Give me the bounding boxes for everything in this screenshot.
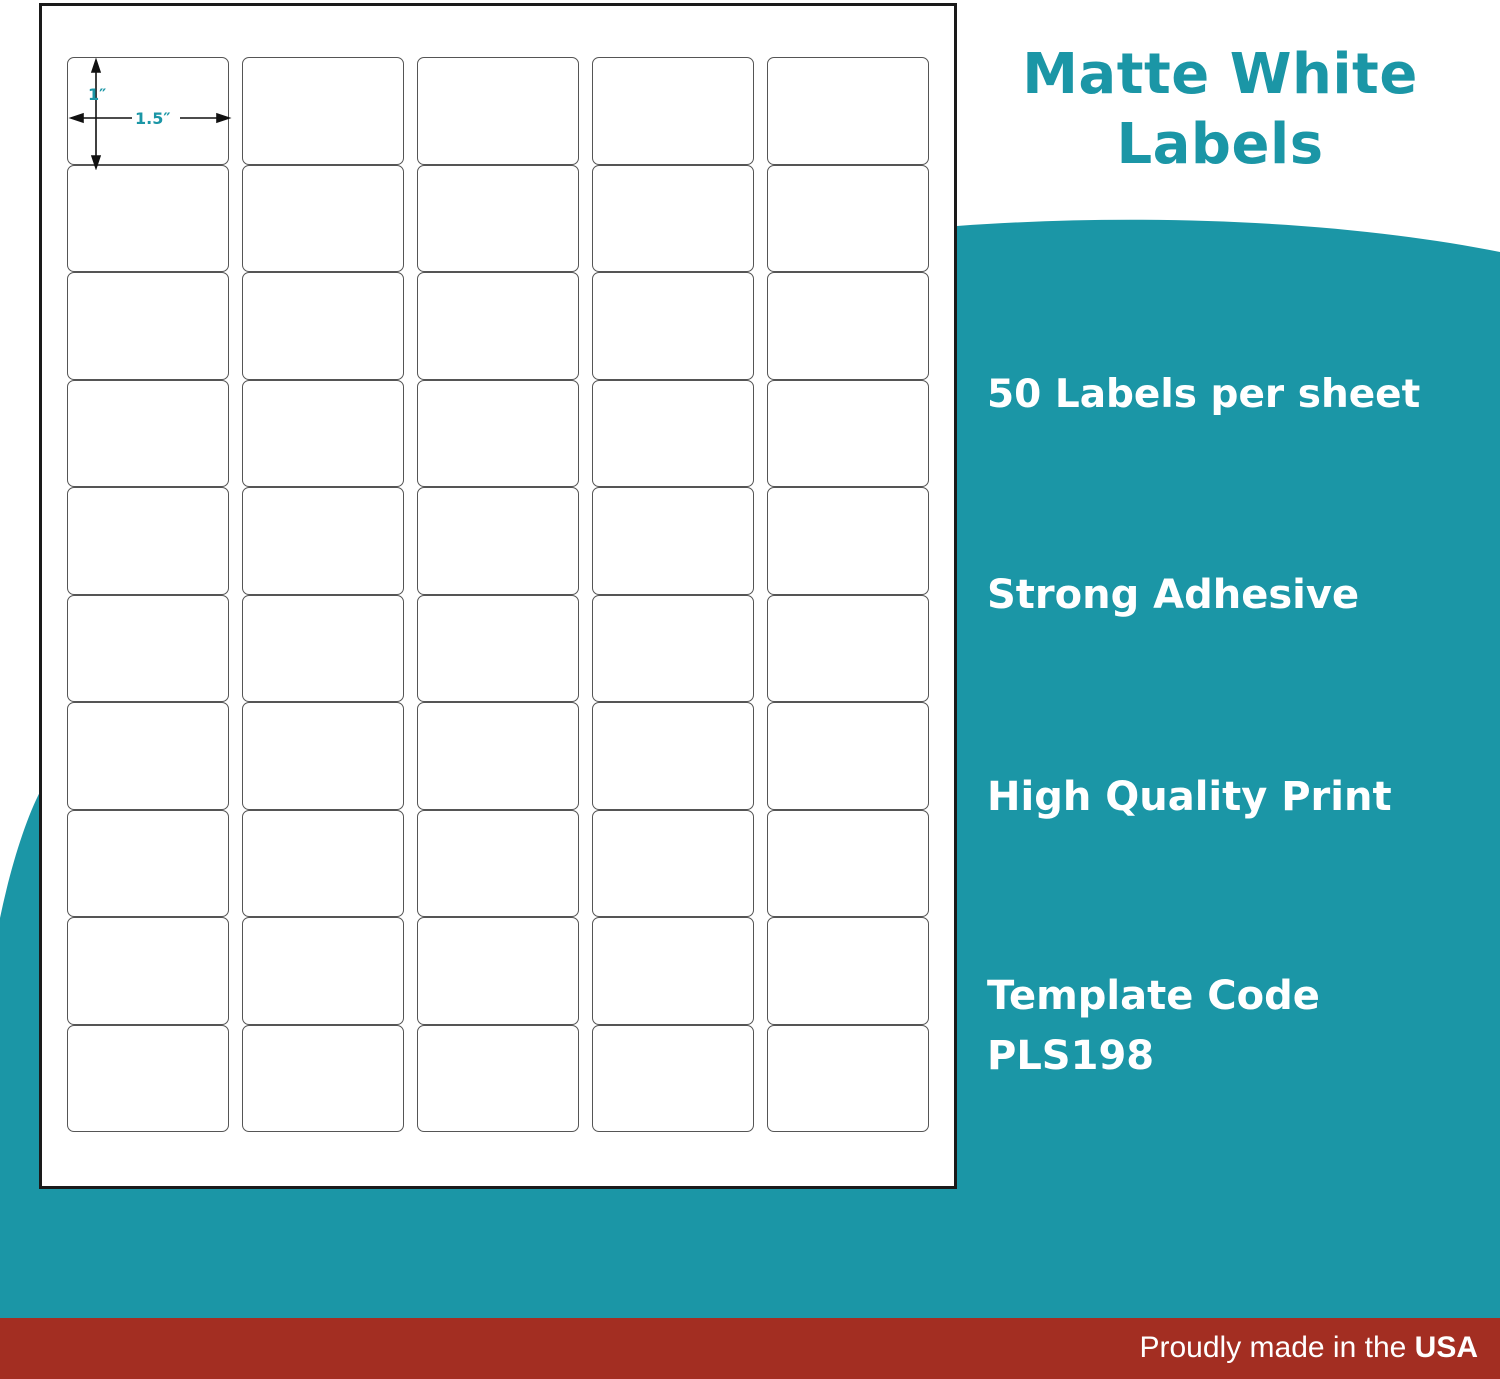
title-line-2: Labels: [1116, 112, 1324, 177]
feature-template-code: Template Code PLS198: [987, 966, 1320, 1086]
title-line-1: Matte White: [1022, 42, 1418, 107]
label-cell: [417, 1024, 579, 1132]
label-cell: [417, 809, 579, 917]
label-cell: [592, 809, 754, 917]
label-cell: [242, 809, 404, 917]
feature-labels-per-sheet: 50 Labels per sheet: [987, 372, 1421, 417]
label-cell: [767, 1024, 929, 1132]
feature-strong-adhesive: Strong Adhesive: [987, 572, 1360, 618]
label-cell: [67, 917, 229, 1025]
label-cell: [67, 379, 229, 487]
label-cell: [417, 57, 579, 165]
template-code-value: PLS198: [987, 1033, 1155, 1079]
label-cell: [767, 917, 929, 1025]
label-cell: [67, 164, 229, 272]
label-cell: [592, 57, 754, 165]
label-cell: [767, 272, 929, 380]
label-cell: [767, 594, 929, 702]
label-cell: [242, 164, 404, 272]
label-cell: [417, 379, 579, 487]
label-cell: [242, 702, 404, 810]
label-cell: [592, 594, 754, 702]
label-cell: [242, 272, 404, 380]
label-sheet: 1″ 1.5″: [39, 3, 957, 1189]
label-cell: [767, 164, 929, 272]
label-cell: [242, 57, 404, 165]
footer-bar: Proudly made in the USA: [0, 1318, 1500, 1379]
label-cell: [67, 594, 229, 702]
label-cell: [417, 917, 579, 1025]
label-cell: [67, 487, 229, 595]
feature-high-quality-print: High Quality Print: [987, 774, 1392, 820]
label-cell: [242, 1024, 404, 1132]
label-cell: [767, 379, 929, 487]
label-cell: [592, 917, 754, 1025]
label-cell: [67, 272, 229, 380]
label-cell: [592, 1024, 754, 1132]
label-cell: [67, 57, 229, 165]
label-cell: [417, 594, 579, 702]
product-title: Matte White Labels: [990, 40, 1450, 180]
label-cell: [767, 809, 929, 917]
label-cell: [767, 57, 929, 165]
label-cell: [592, 272, 754, 380]
label-cell: [67, 1024, 229, 1132]
label-cell: [67, 702, 229, 810]
footer-made-in: Proudly made in the: [1139, 1331, 1415, 1364]
label-cell: [592, 379, 754, 487]
label-cell: [592, 487, 754, 595]
label-cell: [67, 809, 229, 917]
footer-country: USA: [1414, 1331, 1478, 1364]
label-cell: [242, 917, 404, 1025]
label-cell: [417, 164, 579, 272]
label-grid: [67, 57, 929, 1132]
label-cell: [242, 379, 404, 487]
label-cell: [592, 702, 754, 810]
label-cell: [767, 702, 929, 810]
label-cell: [592, 164, 754, 272]
footer-text: Proudly made in the USA: [1140, 1328, 1479, 1368]
label-cell: [242, 487, 404, 595]
label-cell: [242, 594, 404, 702]
label-cell: [417, 702, 579, 810]
label-cell: [417, 272, 579, 380]
label-cell: [767, 487, 929, 595]
label-cell: [417, 487, 579, 595]
template-code-label: Template Code: [987, 973, 1320, 1019]
